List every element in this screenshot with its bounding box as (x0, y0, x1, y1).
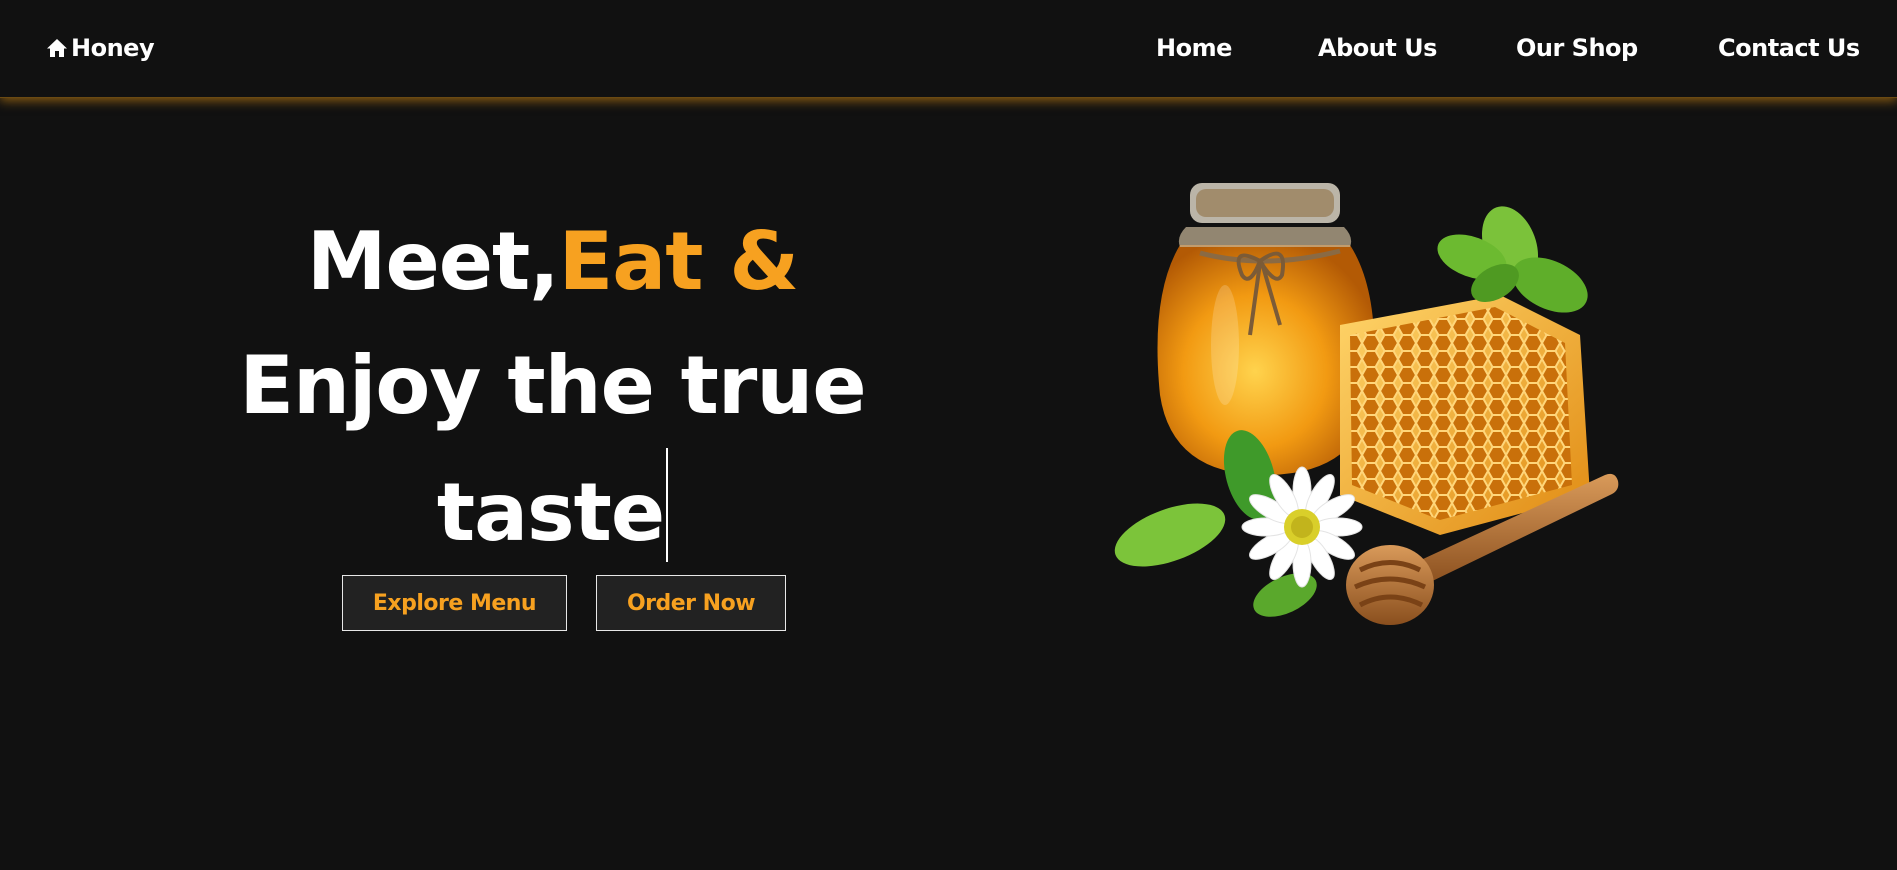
explore-menu-button[interactable]: Explore Menu (342, 575, 567, 631)
hero-line-2: Enjoy the true (239, 339, 866, 432)
hero-line-1: Meet,Eat & (220, 200, 885, 324)
hero-line-1-accent: Eat & (558, 215, 799, 308)
hero-line-3-text: taste (436, 466, 665, 559)
hero-line-1-white: Meet, (306, 215, 560, 308)
brand-logo[interactable]: Honey (45, 33, 155, 63)
brand-label: Honey (71, 34, 155, 62)
top-navbar: Honey Home About Us Our Shop Contact Us (0, 0, 1897, 98)
home-icon (47, 39, 67, 57)
nav-link-our-shop[interactable]: Our Shop (1516, 33, 1638, 63)
honey-hero-image (1114, 183, 1619, 625)
nav-link-contact-us[interactable]: Contact Us (1718, 33, 1860, 63)
order-now-button[interactable]: Order Now (596, 575, 786, 631)
hero-headline: Meet,Eat & Enjoy the true taste (220, 200, 885, 572)
hero-line-3: taste (220, 448, 885, 572)
nav-link-about-us[interactable]: About Us (1318, 33, 1437, 63)
nav-link-home[interactable]: Home (1156, 33, 1232, 63)
typing-cursor (666, 448, 669, 562)
